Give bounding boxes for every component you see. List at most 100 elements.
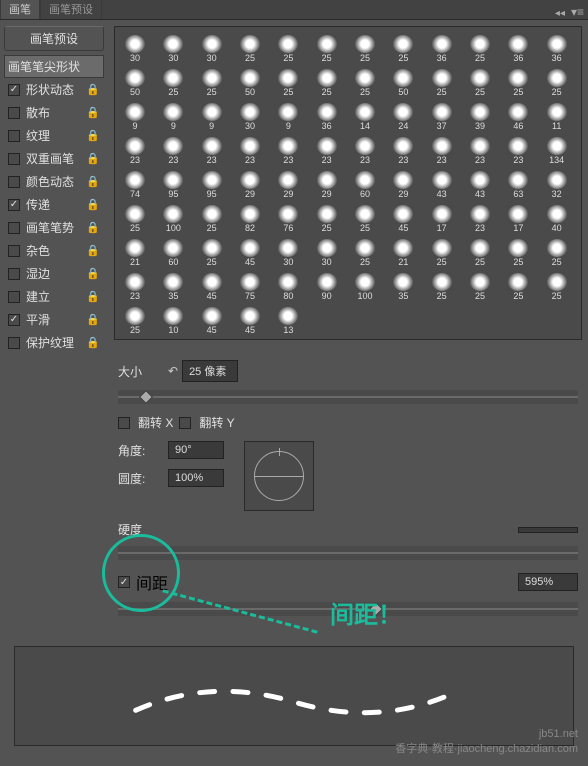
lock-icon[interactable]: 🔒 [86, 198, 100, 211]
lock-icon[interactable]: 🔒 [86, 129, 100, 142]
brush-cell[interactable]: 14 [349, 99, 381, 131]
reset-size-icon[interactable]: ↶ [168, 364, 178, 378]
brush-cell[interactable]: 25 [196, 65, 228, 97]
brush-cell[interactable]: 30 [311, 235, 343, 267]
sidebar-item-2[interactable]: 散布🔒 [4, 101, 104, 124]
sidebar-checkbox-10[interactable] [8, 291, 20, 303]
brush-cell[interactable]: 25 [426, 65, 458, 97]
brush-cell[interactable]: 75 [234, 269, 266, 301]
brush-cell[interactable]: 50 [119, 65, 151, 97]
brush-cell[interactable]: 25 [502, 269, 534, 301]
brush-cell[interactable]: 74 [119, 167, 151, 199]
collapse-icon[interactable]: ◂◂ [555, 8, 565, 19]
brush-cell[interactable]: 60 [349, 167, 381, 199]
brush-cell[interactable]: 17 [502, 201, 534, 233]
brush-cell[interactable]: 25 [426, 235, 458, 267]
brush-cell[interactable]: 80 [272, 269, 304, 301]
brush-cell[interactable]: 39 [464, 99, 496, 131]
spacing-slider[interactable] [118, 602, 578, 616]
brush-cell[interactable]: 25 [349, 201, 381, 233]
brush-cell[interactable]: 36 [541, 31, 573, 63]
brush-cell[interactable]: 50 [387, 65, 419, 97]
brush-cell[interactable]: 25 [349, 31, 381, 63]
brush-cell[interactable]: 29 [387, 167, 419, 199]
size-value[interactable]: 25 像素 [182, 360, 238, 382]
brush-cell[interactable]: 25 [311, 201, 343, 233]
sidebar-checkbox-12[interactable] [8, 337, 20, 349]
sidebar-checkbox-3[interactable] [8, 130, 20, 142]
brush-cell[interactable]: 23 [272, 133, 304, 165]
brush-cell[interactable]: 24 [387, 99, 419, 131]
brush-cell[interactable]: 25 [272, 31, 304, 63]
brush-cell[interactable]: 23 [119, 133, 151, 165]
brush-cell[interactable]: 32 [541, 167, 573, 199]
brush-cell[interactable]: 35 [157, 269, 189, 301]
hardness-slider[interactable] [118, 546, 578, 560]
brush-cell[interactable]: 29 [311, 167, 343, 199]
sidebar-item-3[interactable]: 纹理🔒 [4, 124, 104, 147]
brush-cell[interactable]: 36 [426, 31, 458, 63]
tab-brush[interactable]: 画笔 [0, 0, 40, 19]
brush-cell[interactable]: 17 [426, 201, 458, 233]
brush-cell[interactable]: 23 [349, 133, 381, 165]
brush-cell[interactable]: 23 [234, 133, 266, 165]
panel-menu-icon[interactable]: ▾≡ [571, 5, 584, 19]
brush-cell[interactable]: 23 [464, 133, 496, 165]
sidebar-checkbox-1[interactable] [8, 84, 20, 96]
brush-cell[interactable]: 10 [157, 303, 189, 335]
sidebar-item-0[interactable]: 画笔笔尖形状 [4, 55, 104, 78]
lock-icon[interactable]: 🔒 [86, 152, 100, 165]
roundness-value[interactable]: 100% [168, 469, 224, 487]
brush-cell[interactable]: 100 [349, 269, 381, 301]
flip-y-checkbox[interactable] [179, 417, 191, 429]
brush-cell[interactable]: 25 [196, 201, 228, 233]
lock-icon[interactable]: 🔒 [86, 336, 100, 349]
brush-cell[interactable]: 11 [541, 99, 573, 131]
brush-cell[interactable]: 134 [541, 133, 573, 165]
lock-icon[interactable]: 🔒 [86, 267, 100, 280]
brush-cell[interactable]: 25 [272, 65, 304, 97]
brush-cell[interactable]: 25 [502, 235, 534, 267]
brush-cell[interactable]: 23 [157, 133, 189, 165]
brush-cell[interactable]: 63 [502, 167, 534, 199]
brush-cell[interactable]: 45 [387, 201, 419, 233]
brush-cell[interactable]: 76 [272, 201, 304, 233]
brush-cell[interactable]: 25 [464, 235, 496, 267]
brush-cell[interactable]: 25 [119, 303, 151, 335]
brush-cell[interactable]: 25 [196, 235, 228, 267]
brush-cell[interactable]: 30 [272, 235, 304, 267]
lock-icon[interactable]: 🔒 [86, 106, 100, 119]
brush-cell[interactable]: 25 [349, 65, 381, 97]
brush-cell[interactable]: 82 [234, 201, 266, 233]
brush-cell[interactable]: 29 [272, 167, 304, 199]
brush-cell[interactable]: 25 [541, 235, 573, 267]
brush-cell[interactable]: 23 [426, 133, 458, 165]
lock-icon[interactable]: 🔒 [86, 175, 100, 188]
sidebar-item-4[interactable]: 双重画笔🔒 [4, 147, 104, 170]
brush-cell[interactable]: 60 [157, 235, 189, 267]
sidebar-checkbox-6[interactable] [8, 199, 20, 211]
sidebar-checkbox-5[interactable] [8, 176, 20, 188]
brush-cell[interactable]: 21 [387, 235, 419, 267]
lock-icon[interactable]: 🔒 [86, 244, 100, 257]
brush-cell[interactable]: 25 [464, 31, 496, 63]
brush-preset-button[interactable]: 画笔预设 [4, 26, 104, 51]
brush-cell[interactable]: 90 [311, 269, 343, 301]
brush-cell[interactable]: 45 [196, 303, 228, 335]
brush-cell[interactable]: 25 [349, 235, 381, 267]
brush-cell[interactable]: 43 [426, 167, 458, 199]
spacing-checkbox[interactable] [118, 576, 130, 588]
brush-cell[interactable]: 45 [234, 235, 266, 267]
angle-preview[interactable] [244, 441, 314, 511]
lock-icon[interactable]: 🔒 [86, 313, 100, 326]
brush-cell[interactable]: 95 [157, 167, 189, 199]
brush-cell[interactable]: 23 [196, 133, 228, 165]
brush-cell[interactable]: 9 [157, 99, 189, 131]
brush-cell[interactable]: 25 [541, 269, 573, 301]
brush-cell[interactable]: 9 [119, 99, 151, 131]
brush-cell[interactable]: 36 [311, 99, 343, 131]
brush-cell[interactable]: 25 [387, 31, 419, 63]
brush-cell[interactable]: 23 [464, 201, 496, 233]
brush-cell[interactable]: 100 [157, 201, 189, 233]
sidebar-item-9[interactable]: 湿边🔒 [4, 262, 104, 285]
